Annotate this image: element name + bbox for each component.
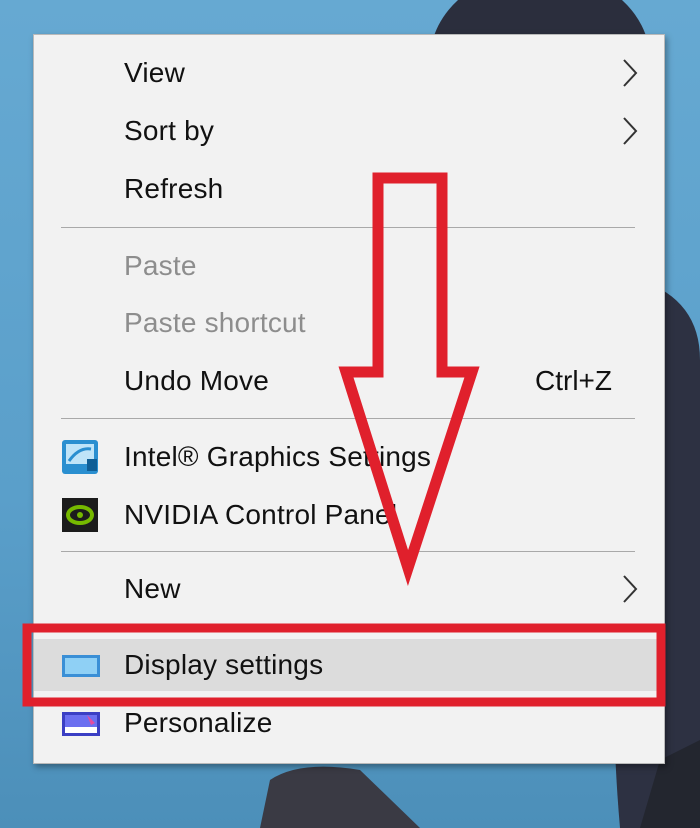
menu-separator <box>61 418 635 419</box>
menu-item-label: Display settings <box>124 649 324 680</box>
menu-item-label: NVIDIA Control Panel <box>124 499 398 530</box>
menu-item-new[interactable]: New <box>34 563 664 615</box>
menu-item-paste[interactable]: Paste <box>34 240 664 292</box>
menu-item-label: New <box>124 573 181 604</box>
menu-separator <box>61 551 635 552</box>
menu-item-paste-shortcut[interactable]: Paste shortcut <box>34 297 664 349</box>
menu-item-undo-move[interactable]: Undo Move Ctrl+Z <box>34 355 664 407</box>
menu-item-label: Intel® Graphics Settings <box>124 441 432 472</box>
shortcut-label: Ctrl+Z <box>535 365 612 396</box>
menu-item-view[interactable]: View <box>34 47 664 99</box>
menu-item-label: Refresh <box>124 173 224 204</box>
menu-item-label: Paste shortcut <box>124 307 306 338</box>
menu-item-label: Sort by <box>124 115 215 146</box>
menu-item-intel-graphics-settings[interactable]: Intel® Graphics Settings <box>34 431 664 483</box>
menu-separator <box>61 227 635 228</box>
menu-item-refresh[interactable]: Refresh <box>34 163 664 215</box>
desktop-context-menu: View Sort by Refresh Paste Paste shortcu… <box>33 34 665 764</box>
menu-item-label: Paste <box>124 250 197 281</box>
display-icon <box>62 655 100 677</box>
menu-separator <box>61 625 635 626</box>
chevron-right-icon <box>623 59 638 87</box>
menu-item-label: Undo Move <box>124 365 269 396</box>
chevron-right-icon <box>623 117 638 145</box>
menu-item-nvidia-control-panel[interactable]: NVIDIA Control Panel <box>34 489 664 541</box>
intel-graphics-icon <box>62 440 98 474</box>
menu-item-personalize[interactable]: Personalize <box>34 697 664 749</box>
menu-item-label: Personalize <box>124 707 273 738</box>
menu-item-label: View <box>124 57 185 88</box>
menu-item-sort-by[interactable]: Sort by <box>34 105 664 157</box>
personalize-icon <box>62 712 100 736</box>
menu-item-display-settings[interactable]: Display settings <box>34 639 664 691</box>
chevron-right-icon <box>623 575 638 603</box>
nvidia-icon <box>62 498 98 532</box>
